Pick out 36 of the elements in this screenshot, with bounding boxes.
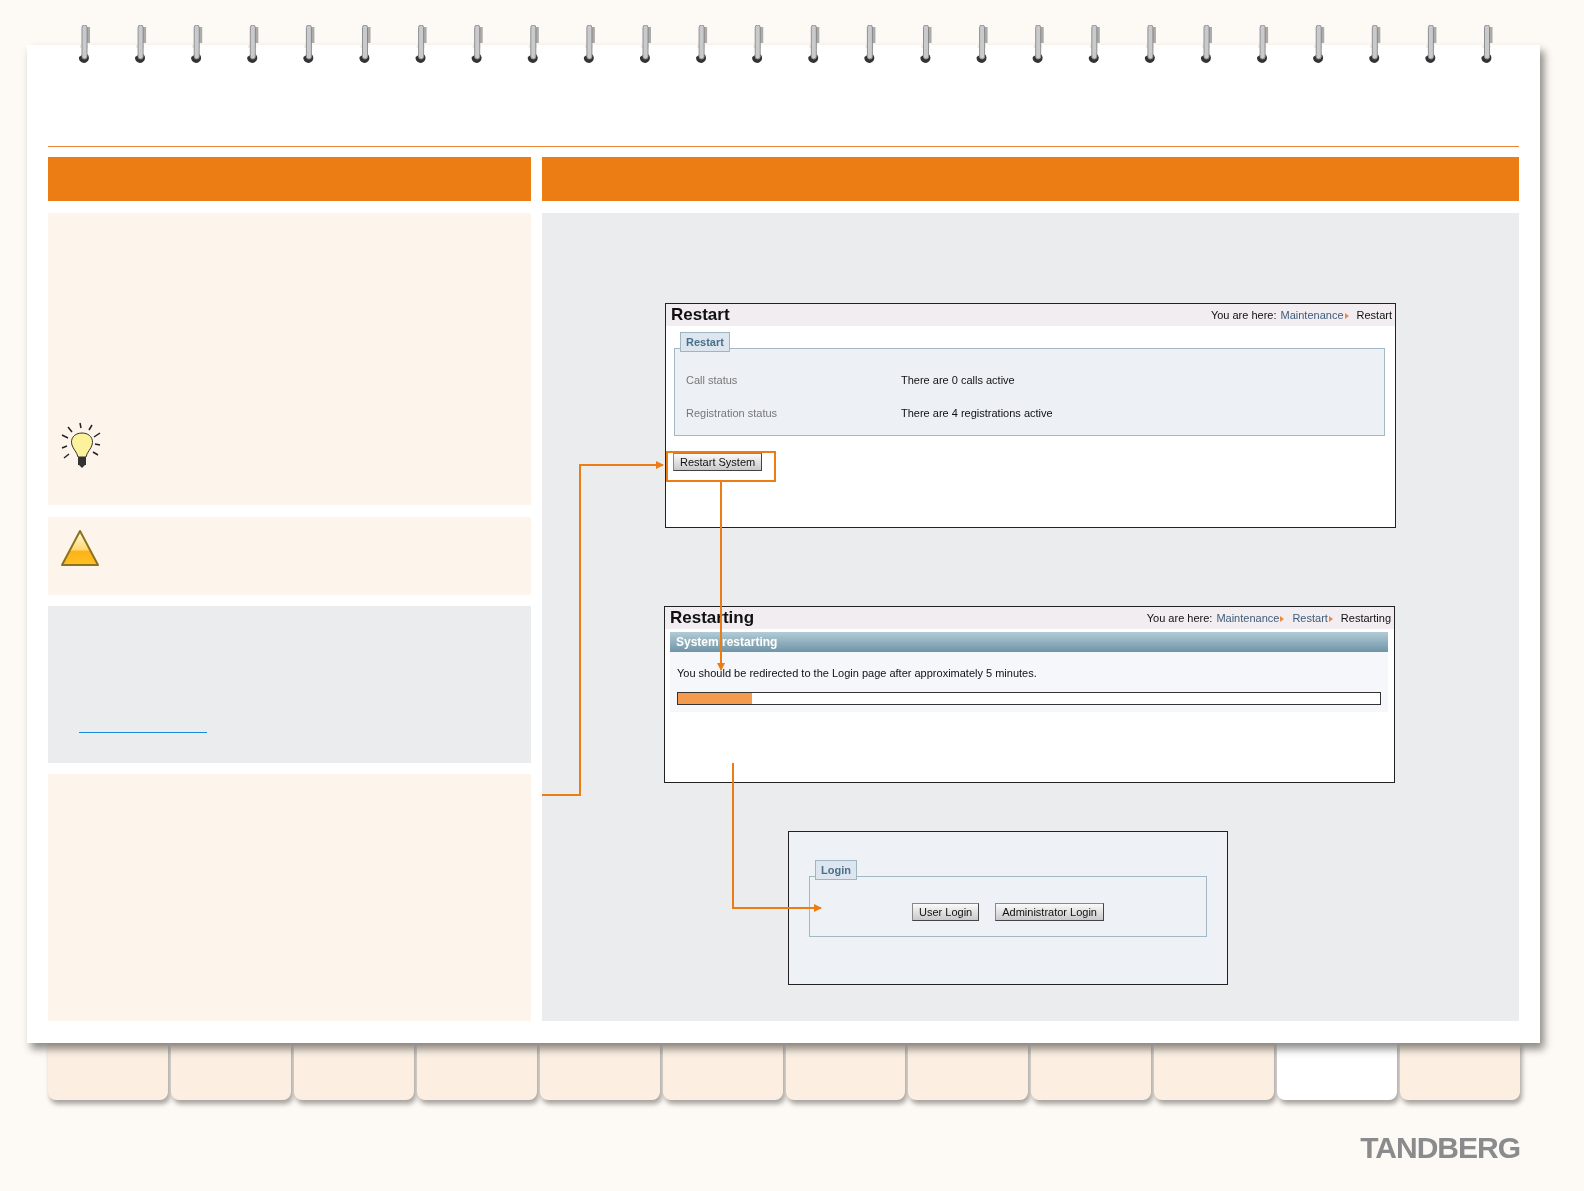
breadcrumb-arrow-icon (1328, 616, 1333, 622)
section-tab[interactable] (1154, 1043, 1275, 1100)
breadcrumb-current: Restarting (1340, 612, 1391, 624)
breadcrumb-current: Restart (1356, 309, 1392, 321)
breadcrumb-arrow-icon (1344, 313, 1349, 319)
breadcrumb-link[interactable]: Restart (1292, 612, 1328, 624)
section-tab[interactable] (662, 1043, 783, 1100)
section-tab[interactable] (170, 1043, 291, 1100)
section-tab[interactable] (539, 1043, 660, 1100)
restart-system-button[interactable]: Restart System (673, 453, 763, 471)
breadcrumb-label: You are here: (1210, 309, 1277, 321)
breadcrumb-link[interactable]: Maintenance (1280, 309, 1344, 321)
section-tab[interactable] (1400, 1043, 1521, 1100)
warning-triangle-icon (60, 529, 100, 569)
logo-text: TANDBERG (1360, 1131, 1520, 1165)
login-button[interactable]: User Login (912, 902, 980, 921)
group-legend: Restart (680, 332, 730, 352)
section-tab[interactable] (785, 1043, 906, 1100)
section-tab[interactable] (416, 1043, 537, 1100)
section-tab[interactable] (48, 1043, 168, 1100)
login-button[interactable]: Administrator Login (995, 902, 1104, 921)
status-message: You should be redirected to the Login page after approximately 5 minutes. (677, 667, 1038, 679)
section-tab[interactable] (293, 1043, 414, 1100)
group-legend: Login (815, 860, 857, 880)
breadcrumb-link[interactable]: Maintenance (1216, 612, 1280, 624)
field-label: Call status (685, 373, 739, 386)
breadcrumb-arrow-icon (1280, 616, 1285, 622)
breadcrumb-label: You are here: (1146, 612, 1213, 624)
page-title: Restart (671, 305, 730, 325)
section-tab[interactable] (908, 1043, 1029, 1100)
section-header-bar: System restarting (670, 632, 1388, 652)
section-tab[interactable] (1031, 1043, 1152, 1100)
field-value: There are 0 calls active (901, 373, 1015, 386)
section-tab[interactable] (1277, 1043, 1398, 1100)
field-value: There are 4 registrations active (901, 406, 1053, 419)
field-label: Registration status (685, 406, 779, 419)
